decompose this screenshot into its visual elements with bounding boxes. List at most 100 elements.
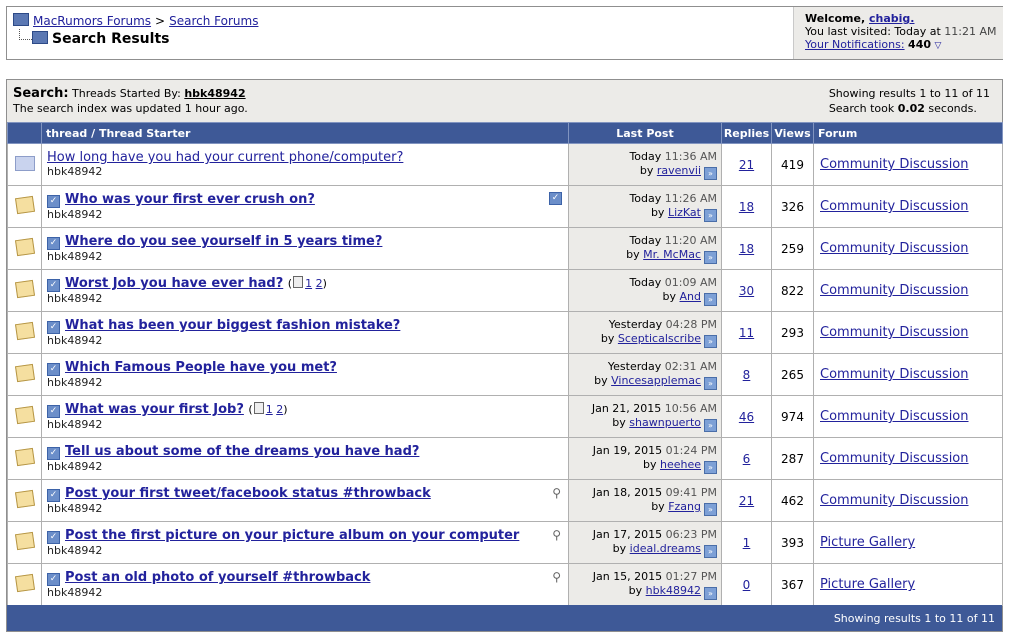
thread-title-link[interactable]: Post your first tweet/facebook status #t…: [65, 486, 431, 501]
last-poster-link[interactable]: LizKat: [668, 206, 701, 219]
user-panel: Welcome, chabig. You last visited: Today…: [793, 7, 1003, 59]
go-to-last-post-icon[interactable]: »: [704, 503, 717, 516]
by-label: by: [650, 206, 665, 219]
last-poster-link[interactable]: hbk48942: [646, 584, 701, 597]
breadcrumb-search-link[interactable]: Search Forums: [169, 14, 258, 28]
table-row: ✓ ✓ Who was your first ever crush on? hbk48…: [7, 185, 1003, 228]
go-to-last-post-icon[interactable]: »: [704, 377, 717, 390]
last-poster-link[interactable]: shawnpuerto: [629, 416, 701, 429]
forum-link[interactable]: Community Discussion: [820, 493, 969, 508]
go-to-last-post-icon[interactable]: »: [704, 587, 717, 600]
replies-count-link[interactable]: 21: [739, 494, 754, 508]
notifications-link[interactable]: Your Notifications:: [805, 38, 905, 51]
by-label: by: [662, 290, 677, 303]
views-count: 462: [771, 479, 814, 522]
replies-count-link[interactable]: 30: [739, 284, 754, 298]
go-to-last-post-icon[interactable]: »: [704, 293, 717, 306]
search-summary-bar: Search: Threads Started By: hbk48942 The…: [7, 80, 1002, 122]
forum-link[interactable]: Community Discussion: [820, 325, 969, 340]
last-poster-link[interactable]: Mr. McMac: [643, 248, 701, 261]
replies-count-link[interactable]: 21: [739, 158, 754, 172]
header-last-post[interactable]: Last Post: [568, 122, 722, 144]
page-link-1[interactable]: 1: [266, 403, 273, 416]
search-took-label: Search took: [828, 102, 895, 115]
forum-link[interactable]: Community Discussion: [820, 199, 969, 214]
page-link-2[interactable]: 2: [276, 403, 283, 416]
page-link-2[interactable]: 2: [316, 277, 323, 290]
go-to-last-post-icon[interactable]: »: [704, 419, 717, 432]
breadcrumb: MacRumors Forums > Search Forums: [13, 13, 258, 29]
last-poster-link[interactable]: ideal.dreams: [630, 542, 701, 555]
posted-check-icon: ✓: [47, 195, 60, 208]
header-replies[interactable]: Replies: [721, 122, 772, 144]
views-count: 259: [771, 227, 814, 270]
thread-starter: hbk48942: [47, 250, 103, 263]
forum-link[interactable]: Community Discussion: [820, 409, 969, 424]
forum-link[interactable]: Community Discussion: [820, 241, 969, 256]
forum-link[interactable]: Community Discussion: [820, 367, 969, 382]
chevron-down-icon[interactable]: ▽: [935, 41, 942, 51]
thread-title-link[interactable]: What has been your biggest fashion mista…: [65, 318, 400, 333]
replies-count-link[interactable]: 46: [739, 410, 754, 424]
last-poster-link[interactable]: Fzang: [668, 500, 701, 513]
last-post-date: Yesterday: [608, 318, 663, 331]
by-label: by: [612, 542, 627, 555]
thread-starter: hbk48942: [47, 376, 103, 389]
go-to-last-post-icon[interactable]: »: [704, 461, 717, 474]
forum-link[interactable]: Community Discussion: [820, 451, 969, 466]
last-poster-link[interactable]: And: [680, 290, 701, 303]
last-poster-link[interactable]: ravenvii: [657, 164, 701, 177]
username-link[interactable]: chabig.: [869, 12, 914, 25]
go-to-last-post-icon[interactable]: »: [704, 545, 717, 558]
replies-count-link[interactable]: 6: [743, 452, 751, 466]
forum-link[interactable]: Community Discussion: [820, 157, 969, 172]
replies-count-link[interactable]: 1: [743, 536, 751, 550]
paperclip-icon: ⚲: [552, 570, 561, 584]
replies-count-link[interactable]: 18: [739, 242, 754, 256]
thread-title-link[interactable]: Who was your first ever crush on?: [65, 192, 315, 207]
last-post-time: 11:36 AM: [664, 150, 717, 163]
forum-link[interactable]: Picture Gallery: [820, 535, 915, 550]
thread-title-link[interactable]: Tell us about some of the dreams you hav…: [65, 444, 419, 459]
go-to-last-post-icon[interactable]: »: [704, 251, 717, 264]
replies-count-link[interactable]: 11: [739, 326, 754, 340]
search-query-user-link[interactable]: hbk48942: [184, 87, 245, 100]
header-forum[interactable]: Forum: [813, 122, 1003, 144]
header-thread[interactable]: thread / Thread Starter: [41, 122, 569, 144]
forum-link[interactable]: Picture Gallery: [820, 577, 915, 592]
go-to-last-post-icon[interactable]: »: [704, 335, 717, 348]
thread-title-link[interactable]: Worst Job you have ever had?: [65, 276, 283, 291]
search-label: Search:: [13, 86, 69, 101]
views-count: 265: [771, 353, 814, 396]
views-count: 974: [771, 395, 814, 438]
paperclip-icon: ⚲: [552, 528, 561, 542]
header-views[interactable]: Views: [771, 122, 814, 144]
thread-title-link[interactable]: Post the first picture on your picture a…: [65, 528, 519, 543]
thread-starter: hbk48942: [47, 208, 103, 221]
last-post-time: 11:20 AM: [664, 234, 717, 247]
thread-title-link[interactable]: Where do you see yourself in 5 years tim…: [65, 234, 382, 249]
last-poster-link[interactable]: heehee: [660, 458, 701, 471]
last-post-time: 09:41 PM: [665, 486, 717, 499]
page-link-1[interactable]: 1: [305, 277, 312, 290]
thread-envelope-icon: [14, 363, 35, 383]
go-to-last-post-icon[interactable]: »: [704, 167, 717, 180]
last-post-time: 11:26 AM: [664, 192, 717, 205]
thread-title-link[interactable]: What was your first Job?: [65, 402, 244, 417]
breadcrumb-home-link[interactable]: MacRumors Forums: [33, 14, 151, 28]
notifications-count: 440: [908, 38, 932, 51]
replies-count-link[interactable]: 18: [739, 200, 754, 214]
last-poster-link[interactable]: Vincesapplemac: [611, 374, 701, 387]
table-row: ✓ Worst Job you have ever had? (1 2) hbk48…: [7, 269, 1003, 312]
last-post-time: 02:31 AM: [664, 360, 717, 373]
forum-link[interactable]: Community Discussion: [820, 283, 969, 298]
replies-count-link[interactable]: 0: [743, 578, 751, 592]
thread-title-link[interactable]: Which Famous People have you met?: [65, 360, 337, 375]
thread-envelope-icon: [14, 447, 35, 467]
last-poster-link[interactable]: Scepticalscribe: [618, 332, 701, 345]
replies-count-link[interactable]: 8: [743, 368, 751, 382]
search-index-note: The search index was updated 1 hour ago.: [13, 102, 248, 115]
thread-title-link[interactable]: Post an old photo of yourself #throwback: [65, 570, 370, 585]
thread-title-link[interactable]: How long have you had your current phone…: [47, 150, 403, 165]
go-to-last-post-icon[interactable]: »: [704, 209, 717, 222]
